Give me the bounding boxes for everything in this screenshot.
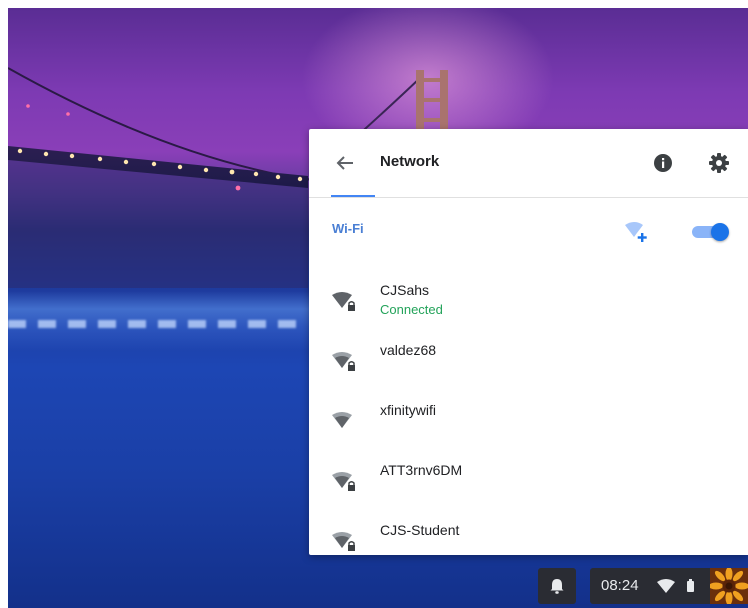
wifi-icon [332, 412, 352, 428]
arrow-back-icon [336, 156, 353, 170]
wifi-label: Wi-Fi [332, 221, 364, 236]
panel-header: Network [309, 129, 748, 198]
clock-time: 08:24 [601, 577, 639, 594]
wifi-locked-icon [332, 352, 355, 371]
network-item-valdez68[interactable]: valdez68 [309, 328, 748, 388]
toggle-knob [711, 223, 729, 241]
status-tray[interactable]: 08:24 [590, 568, 748, 604]
network-item-cjsahs[interactable]: CJSahs Connected [309, 268, 748, 328]
network-name: valdez68 [380, 342, 437, 358]
info-icon[interactable] [652, 152, 674, 174]
panel-title: Network [380, 153, 440, 170]
network-name: xfinitywifi [380, 402, 437, 418]
network-name: CJSahs [380, 282, 430, 298]
gear-icon[interactable] [707, 151, 731, 175]
notifications-button[interactable] [538, 568, 576, 604]
wifi-locked-icon [332, 292, 355, 311]
network-name: CJS-Student [380, 522, 460, 538]
bell-icon [550, 579, 564, 594]
wifi-locked-icon [332, 532, 355, 551]
network-panel: Network Wi-Fi CJSahs Connected valdez68 … [309, 129, 748, 555]
battery-icon [687, 579, 694, 592]
network-item-xfinitywifi[interactable]: xfinitywifi [309, 388, 748, 448]
wifi-locked-icon [332, 472, 355, 491]
network-item-att3rnv6dm[interactable]: ATT3rnv6DM [309, 448, 748, 508]
network-item-cjs-student[interactable]: CJS-Student [309, 508, 748, 555]
wifi-icon [657, 579, 675, 593]
wifi-row: Wi-Fi [309, 197, 748, 255]
network-name: ATT3rnv6DM [380, 462, 463, 478]
avatar[interactable] [710, 568, 748, 604]
shore-lights [8, 320, 308, 328]
network-list: CJSahs Connected valdez68 xfinitywifi AT… [309, 268, 748, 555]
back-button[interactable] [333, 151, 357, 175]
network-status: Connected [380, 302, 443, 317]
wifi-add-icon[interactable] [624, 221, 650, 243]
flower-avatar-image [710, 568, 748, 604]
wifi-toggle[interactable] [692, 223, 729, 241]
